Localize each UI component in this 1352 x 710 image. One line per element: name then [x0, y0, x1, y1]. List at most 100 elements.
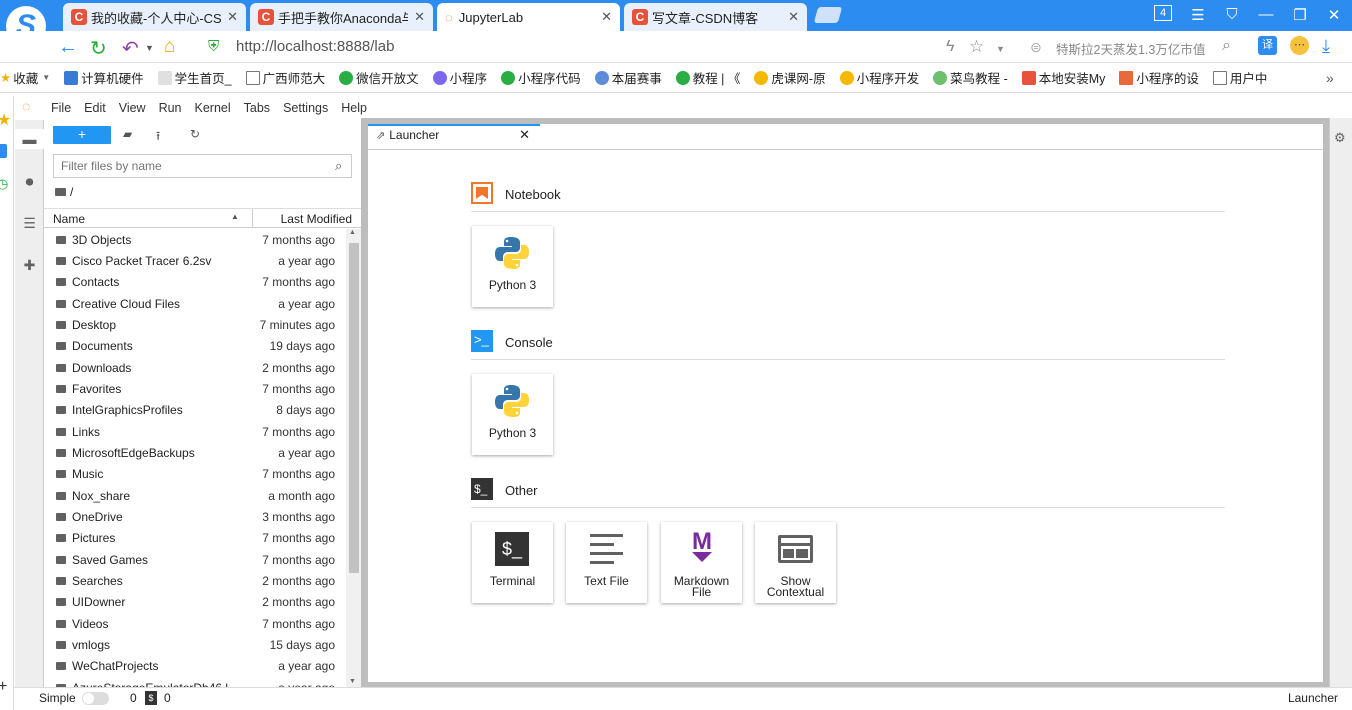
bookmark-item[interactable]: 本地安装My: [1021, 68, 1105, 87]
file-row[interactable]: OneDrive 3 months ago: [44, 506, 346, 527]
file-row[interactable]: Searches 2 months ago: [44, 570, 346, 591]
refresh-icon[interactable]: ↻: [90, 36, 107, 61]
text-file-card[interactable]: Text File: [566, 522, 647, 603]
close-window-icon[interactable]: ✕: [1324, 6, 1344, 24]
download-icon[interactable]: ⤓: [1322, 36, 1330, 57]
star-icon[interactable]: ☆: [969, 37, 984, 57]
file-row[interactable]: Favorites 7 months ago: [44, 378, 346, 399]
scrollbar-thumb[interactable]: [349, 243, 359, 573]
menu-icon[interactable]: ☰: [1188, 6, 1208, 24]
browser-tab-1[interactable]: C 我的收藏-个人中心-CSD ✕: [63, 3, 246, 31]
file-row[interactable]: Saved Games 7 months ago: [44, 549, 346, 570]
bookmark-item[interactable]: 小程序开发: [839, 68, 919, 87]
scrollbar[interactable]: ▲ ▼: [346, 229, 361, 687]
back-icon[interactable]: ←: [58, 36, 78, 59]
new-launcher-button[interactable]: +: [53, 126, 111, 144]
shirt-icon[interactable]: ⛉: [1222, 6, 1242, 23]
upload-icon[interactable]: ⭱: [156, 127, 160, 148]
file-row[interactable]: WeChatProjects a year ago: [44, 656, 346, 677]
undo-icon[interactable]: ↶: [122, 36, 139, 61]
menu-help[interactable]: Help: [341, 101, 367, 115]
menu-view[interactable]: View: [119, 101, 146, 115]
simple-mode-toggle[interactable]: [82, 692, 109, 705]
search-icon[interactable]: ⌕: [1222, 37, 1231, 55]
scroll-up-icon[interactable]: ▲: [349, 229, 356, 236]
refresh-icon[interactable]: ↻: [190, 127, 200, 141]
new-tab-button[interactable]: [813, 7, 843, 23]
file-row[interactable]: Desktop 7 minutes ago: [44, 314, 346, 335]
menu-settings[interactable]: Settings: [283, 101, 328, 115]
chevron-down-icon[interactable]: ▼: [145, 43, 154, 53]
close-icon[interactable]: ✕: [519, 127, 530, 143]
close-icon[interactable]: ✕: [414, 9, 425, 25]
bookmark-item[interactable]: 小程序代码: [501, 68, 581, 87]
file-row[interactable]: Music 7 months ago: [44, 464, 346, 485]
bookmark-item[interactable]: 菜鸟教程 -: [933, 68, 1008, 87]
close-icon[interactable]: ✕: [227, 9, 238, 25]
file-row[interactable]: Creative Cloud Files a year ago: [44, 293, 346, 314]
breadcrumb[interactable]: /: [55, 185, 73, 199]
markdown-file-card[interactable]: M Markdown File: [661, 522, 742, 603]
bookmark-item[interactable]: 用户中: [1212, 68, 1267, 87]
bookmark-item[interactable]: 计算机硬件: [64, 68, 144, 87]
bookmark-item[interactable]: ★ 收藏 ▼: [0, 68, 50, 87]
star-icon[interactable]: ★: [0, 110, 11, 130]
menu-file[interactable]: File: [51, 101, 71, 115]
bookmark-item[interactable]: 虎课网-原: [754, 68, 826, 87]
name-column-header[interactable]: Name: [53, 212, 85, 226]
menu-tabs[interactable]: Tabs: [244, 101, 270, 115]
home-icon[interactable]: ⌂: [164, 36, 175, 58]
file-row[interactable]: MicrosoftEdgeBackups a year ago: [44, 442, 346, 463]
minimize-icon[interactable]: —: [1256, 6, 1276, 23]
bookmark-item[interactable]: 学生首页_: [157, 68, 232, 87]
file-row[interactable]: UIDowner 2 months ago: [44, 592, 346, 613]
add-icon[interactable]: +: [0, 678, 7, 696]
file-row[interactable]: Nox_share a month ago: [44, 485, 346, 506]
console-python3-card[interactable]: Python 3: [472, 374, 553, 455]
terminal-card[interactable]: $_ Terminal: [472, 522, 553, 603]
news-ticker[interactable]: 特斯拉2天蒸发1.3万亿市值: [1056, 39, 1205, 58]
url-input[interactable]: http://localhost:8888/lab: [236, 38, 394, 55]
browser-tab-4[interactable]: C 写文章-CSDN博客 ✕: [624, 3, 807, 31]
bookmark-item[interactable]: 小程序的设: [1119, 68, 1199, 87]
file-row[interactable]: 3D Objects 7 months ago: [44, 229, 346, 250]
running-icon[interactable]: ⏺: [15, 174, 44, 192]
file-row[interactable]: Videos 7 months ago: [44, 613, 346, 634]
browser-tab-2[interactable]: C 手把手教你Anaconda与 ✕: [250, 3, 433, 31]
emoji-icon[interactable]: ⋯: [1290, 36, 1309, 55]
file-row[interactable]: vmlogs 15 days ago: [44, 634, 346, 655]
menu-run[interactable]: Run: [159, 101, 182, 115]
launcher-tab[interactable]: ⇗ Launcher ✕: [368, 124, 540, 144]
bookmark-item[interactable]: 本届赛事: [594, 68, 662, 87]
bookmark-item[interactable]: 广西师范大: [245, 68, 325, 87]
chevron-down-icon[interactable]: ▼: [996, 44, 1005, 54]
bookmark-item[interactable]: 小程序: [432, 68, 487, 87]
tab-count-badge[interactable]: 4: [1154, 5, 1172, 21]
menu-edit[interactable]: Edit: [84, 101, 106, 115]
close-icon[interactable]: ✕: [601, 9, 612, 25]
bookmark-icon[interactable]: [0, 144, 7, 158]
bookmark-item[interactable]: 微信开放文: [339, 68, 419, 87]
modified-column-header[interactable]: Last Modified: [281, 212, 352, 226]
bookmark-item[interactable]: 教程 | 《: [675, 68, 740, 87]
notebook-python3-card[interactable]: Python 3: [472, 226, 553, 307]
file-row[interactable]: IntelGraphicsProfiles 8 days ago: [44, 400, 346, 421]
menu-kernel[interactable]: Kernel: [195, 101, 231, 115]
filter-input[interactable]: [53, 154, 352, 178]
file-row[interactable]: Downloads 2 months ago: [44, 357, 346, 378]
file-row[interactable]: Cisco Packet Tracer 6.2sv a year ago: [44, 250, 346, 271]
folder-icon[interactable]: ▬: [15, 129, 44, 149]
property-inspector-icon[interactable]: ⚙: [1334, 130, 1346, 146]
new-folder-icon[interactable]: ▰: [123, 127, 132, 141]
browser-tab-3[interactable]: ◌ JupyterLab ✕: [437, 3, 620, 31]
file-row[interactable]: Documents 19 days ago: [44, 336, 346, 357]
show-contextual-card[interactable]: Show Contextual: [755, 522, 836, 603]
file-row[interactable]: Links 7 months ago: [44, 421, 346, 442]
file-row[interactable]: AzureStorageEmulatorDb46.la year ago: [44, 677, 346, 687]
close-icon[interactable]: ✕: [788, 9, 799, 25]
lightning-icon[interactable]: ϟ: [946, 38, 954, 56]
scroll-down-icon[interactable]: ▼: [349, 678, 356, 685]
file-row[interactable]: Contacts 7 months ago: [44, 272, 346, 293]
translate-icon[interactable]: 译: [1258, 36, 1277, 55]
extension-icon[interactable]: ✚: [15, 257, 44, 274]
